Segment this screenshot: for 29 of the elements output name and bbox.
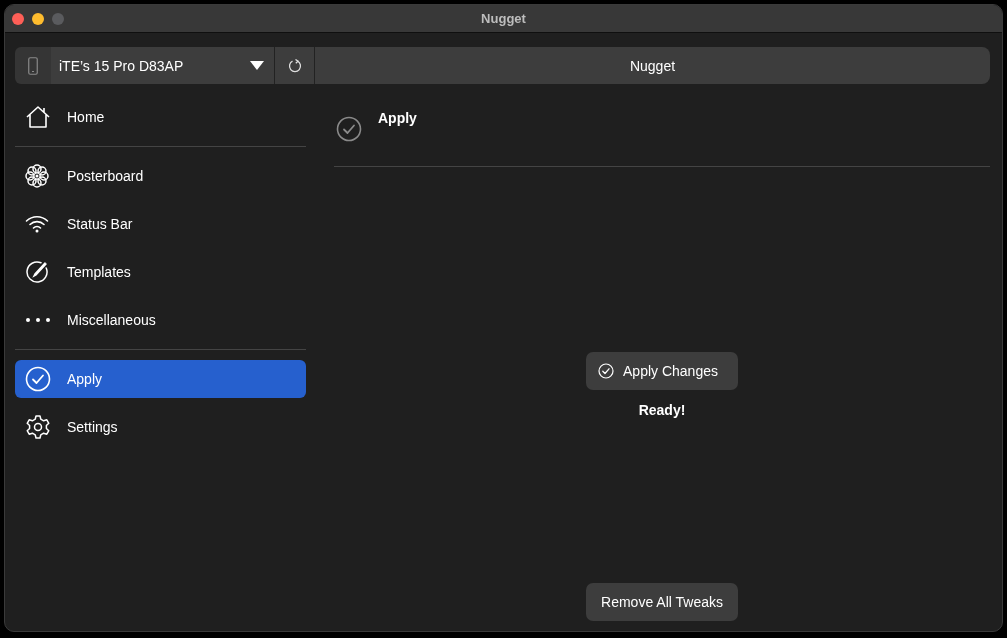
flower-icon (25, 164, 49, 188)
remove-all-tweaks-button[interactable]: Remove All Tweaks (586, 583, 738, 621)
toolbar-title: Nugget (629, 57, 676, 74)
ellipsis-icon (25, 317, 51, 323)
checkmark-circle-icon (25, 366, 51, 392)
page-heading: Apply (378, 110, 417, 126)
pencil-circle-icon (25, 260, 49, 284)
phone-icon (28, 56, 38, 75)
settings-icon (25, 414, 51, 440)
window-title: Nugget (480, 11, 527, 26)
refresh-button[interactable] (275, 47, 315, 84)
caret-icon (250, 61, 264, 70)
refresh-icon (287, 58, 302, 73)
close-button[interactable] (12, 12, 24, 25)
sidebar-item[interactable]: Apply (15, 360, 306, 398)
minimize-button[interactable] (32, 12, 44, 25)
device-dropdown[interactable]: iTE’s 15 Pro D83AP (51, 47, 275, 84)
house-icon (25, 105, 51, 129)
apply-changes-button[interactable]: Apply Changes (586, 352, 738, 390)
sidebar-item[interactable]: Status Bar (15, 205, 306, 243)
checkmark-circle-icon (336, 116, 362, 142)
sidebar-item[interactable]: Home (15, 98, 306, 136)
status-text: Ready! (638, 402, 686, 418)
sidebar-item[interactable]: Settings (15, 408, 306, 446)
sidebar-item[interactable]: Posterboard (15, 157, 306, 195)
sidebar-item[interactable]: Templates (15, 253, 306, 291)
sidebar-item[interactable]: Miscellaneous (15, 301, 306, 339)
checkmark-circle-icon (598, 363, 614, 379)
wifi-icon (25, 215, 49, 233)
